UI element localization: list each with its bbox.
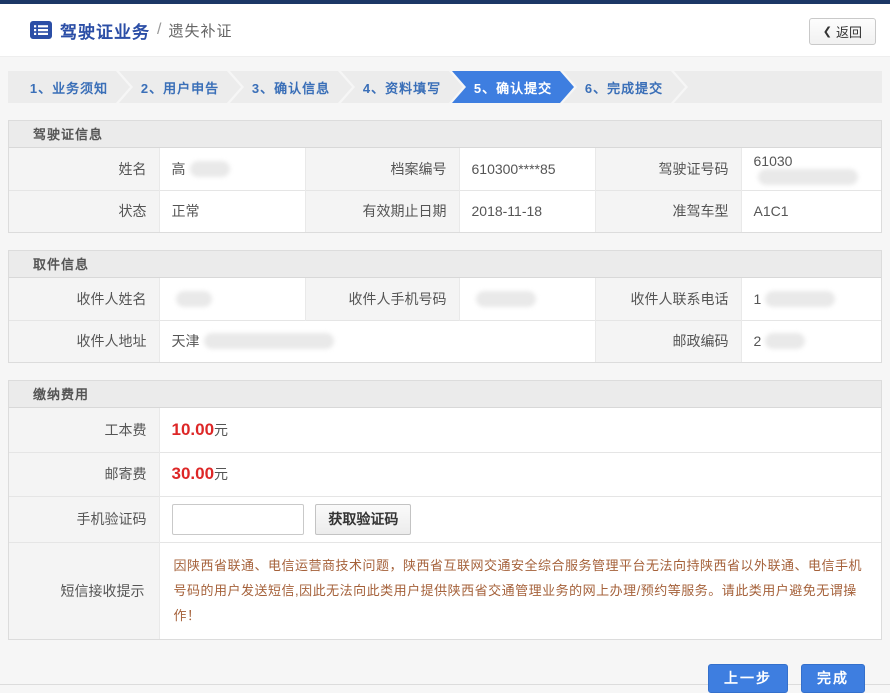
get-sms-code-button[interactable]: 获取验证码 [315,504,411,535]
license-info-section: 驾驶证信息 姓名 高 档案编号 610300****85 驾驶证号码 61030… [8,120,882,233]
page-header: 驾驶证业务 / 遗失补证 ❮ 返回 [0,4,890,57]
table-row: 收件人地址 天津 邮政编码 2 [9,320,881,362]
sms-notice-label: 短信接收提示 [9,542,159,639]
redacted-value [765,333,805,349]
field-value-vehicle-class: A1C1 [741,190,881,232]
field-label-file-number: 档案编号 [305,148,459,190]
redacted-value [765,291,835,307]
license-list-icon [30,21,52,39]
step-label: 4、资料填写 [363,78,441,97]
table-row: 收件人姓名 收件人手机号码 收件人联系电话 1 [9,278,881,320]
payment-table: 工本费 10.00元 邮寄费 30.00元 手机验证码 获取验证码 短信接收提示… [9,408,881,639]
pickup-info-table: 收件人姓名 收件人手机号码 收件人联系电话 1 收件人地址 天津 邮政编码 2 [9,278,881,362]
step-5-confirm-submit[interactable]: 5、确认提交 [452,71,574,103]
sms-notice-text: 因陕西省联通、电信运营商技术问题，陕西省互联网交通安全综合服务管理平台无法向持陕… [174,553,868,629]
step-label: 1、业务须知 [30,78,108,97]
field-label-recipient-phone: 收件人联系电话 [595,278,741,320]
redacted-value [204,333,334,349]
breadcrumb-current: 遗失补证 [168,20,232,41]
chevron-left-icon: ❮ [823,25,832,38]
field-value-postal-code: 2 [741,320,881,362]
field-label-expiry-date: 有效期止日期 [305,190,459,232]
table-row: 工本费 10.00元 [9,408,881,452]
field-value-status: 正常 [159,190,305,232]
field-label-postal-code: 邮政编码 [595,320,741,362]
fee-value-production-cost: 10.00元 [159,408,881,452]
back-button[interactable]: ❮ 返回 [809,18,876,45]
field-label-recipient-address: 收件人地址 [9,320,159,362]
sms-code-label: 手机验证码 [9,496,159,542]
section-title: 缴纳费用 [9,381,881,408]
field-label-vehicle-class: 准驾车型 [595,190,741,232]
redacted-value [476,291,536,307]
step-1-business-notice[interactable]: 1、业务须知 [8,71,130,103]
fee-unit: 元 [214,466,228,482]
table-row: 姓名 高 档案编号 610300****85 驾驶证号码 61030 [9,148,881,190]
field-value-license-number: 61030 [741,148,881,190]
field-label-recipient-mobile: 收件人手机号码 [305,278,459,320]
field-value-recipient-name [159,278,305,320]
table-row: 手机验证码 获取验证码 [9,496,881,542]
sms-notice-cell: 因陕西省联通、电信运营商技术问题，陕西省互联网交通安全综合服务管理平台无法向持陕… [159,542,881,639]
previous-step-button[interactable]: 上一步 [708,664,788,693]
table-row: 短信接收提示 因陕西省联通、电信运营商技术问题，陕西省互联网交通安全综合服务管理… [9,542,881,639]
payment-section: 缴纳费用 工本费 10.00元 邮寄费 30.00元 手机验证码 获取验证码 短… [8,380,882,640]
fee-label-production-cost: 工本费 [9,408,159,452]
fee-amount: 10.00 [172,420,215,439]
step-2-user-declaration[interactable]: 2、用户申告 [119,71,241,103]
field-value-name: 高 [159,148,305,190]
field-label-name: 姓名 [9,148,159,190]
fee-label-postage: 邮寄费 [9,452,159,496]
field-value-recipient-address: 天津 [159,320,595,362]
step-6-complete-submit[interactable]: 6、完成提交 [563,71,685,103]
field-label-status: 状态 [9,190,159,232]
redacted-value [758,169,858,185]
page-title: 驾驶证业务 [60,18,150,43]
redacted-value [190,161,230,177]
redacted-value [176,291,212,307]
steps-bar: 1、业务须知 2、用户申告 3、确认信息 4、资料填写 5、确认提交 6、完成提… [8,71,882,103]
sms-code-input[interactable] [172,504,304,535]
field-value-recipient-mobile [459,278,595,320]
breadcrumb-separator: / [157,21,161,39]
back-button-label: 返回 [836,22,862,41]
table-row: 邮寄费 30.00元 [9,452,881,496]
field-value-recipient-phone: 1 [741,278,881,320]
step-label: 5、确认提交 [474,78,552,97]
fee-value-postage: 30.00元 [159,452,881,496]
field-value-file-number: 610300****85 [459,148,595,190]
sms-code-cell: 获取验证码 [159,496,881,542]
step-3-confirm-info[interactable]: 3、确认信息 [230,71,352,103]
license-info-table: 姓名 高 档案编号 610300****85 驾驶证号码 61030 状态 正常… [9,148,881,232]
fee-unit: 元 [214,422,228,438]
steps-bar-filler [674,71,882,103]
footer-actions: 上一步 完成 [0,664,865,693]
section-title: 取件信息 [9,251,881,278]
fee-amount: 30.00 [172,464,215,483]
field-value-expiry-date: 2018-11-18 [459,190,595,232]
field-label-recipient-name: 收件人姓名 [9,278,159,320]
step-4-fill-data[interactable]: 4、资料填写 [341,71,463,103]
section-title: 驾驶证信息 [9,121,881,148]
step-label: 3、确认信息 [252,78,330,97]
finish-button[interactable]: 完成 [801,664,865,693]
step-label: 6、完成提交 [585,78,663,97]
step-label: 2、用户申告 [141,78,219,97]
pickup-info-section: 取件信息 收件人姓名 收件人手机号码 收件人联系电话 1 收件人地址 天津 邮政… [8,250,882,363]
table-row: 状态 正常 有效期止日期 2018-11-18 准驾车型 A1C1 [9,190,881,232]
field-label-license-number: 驾驶证号码 [595,148,741,190]
